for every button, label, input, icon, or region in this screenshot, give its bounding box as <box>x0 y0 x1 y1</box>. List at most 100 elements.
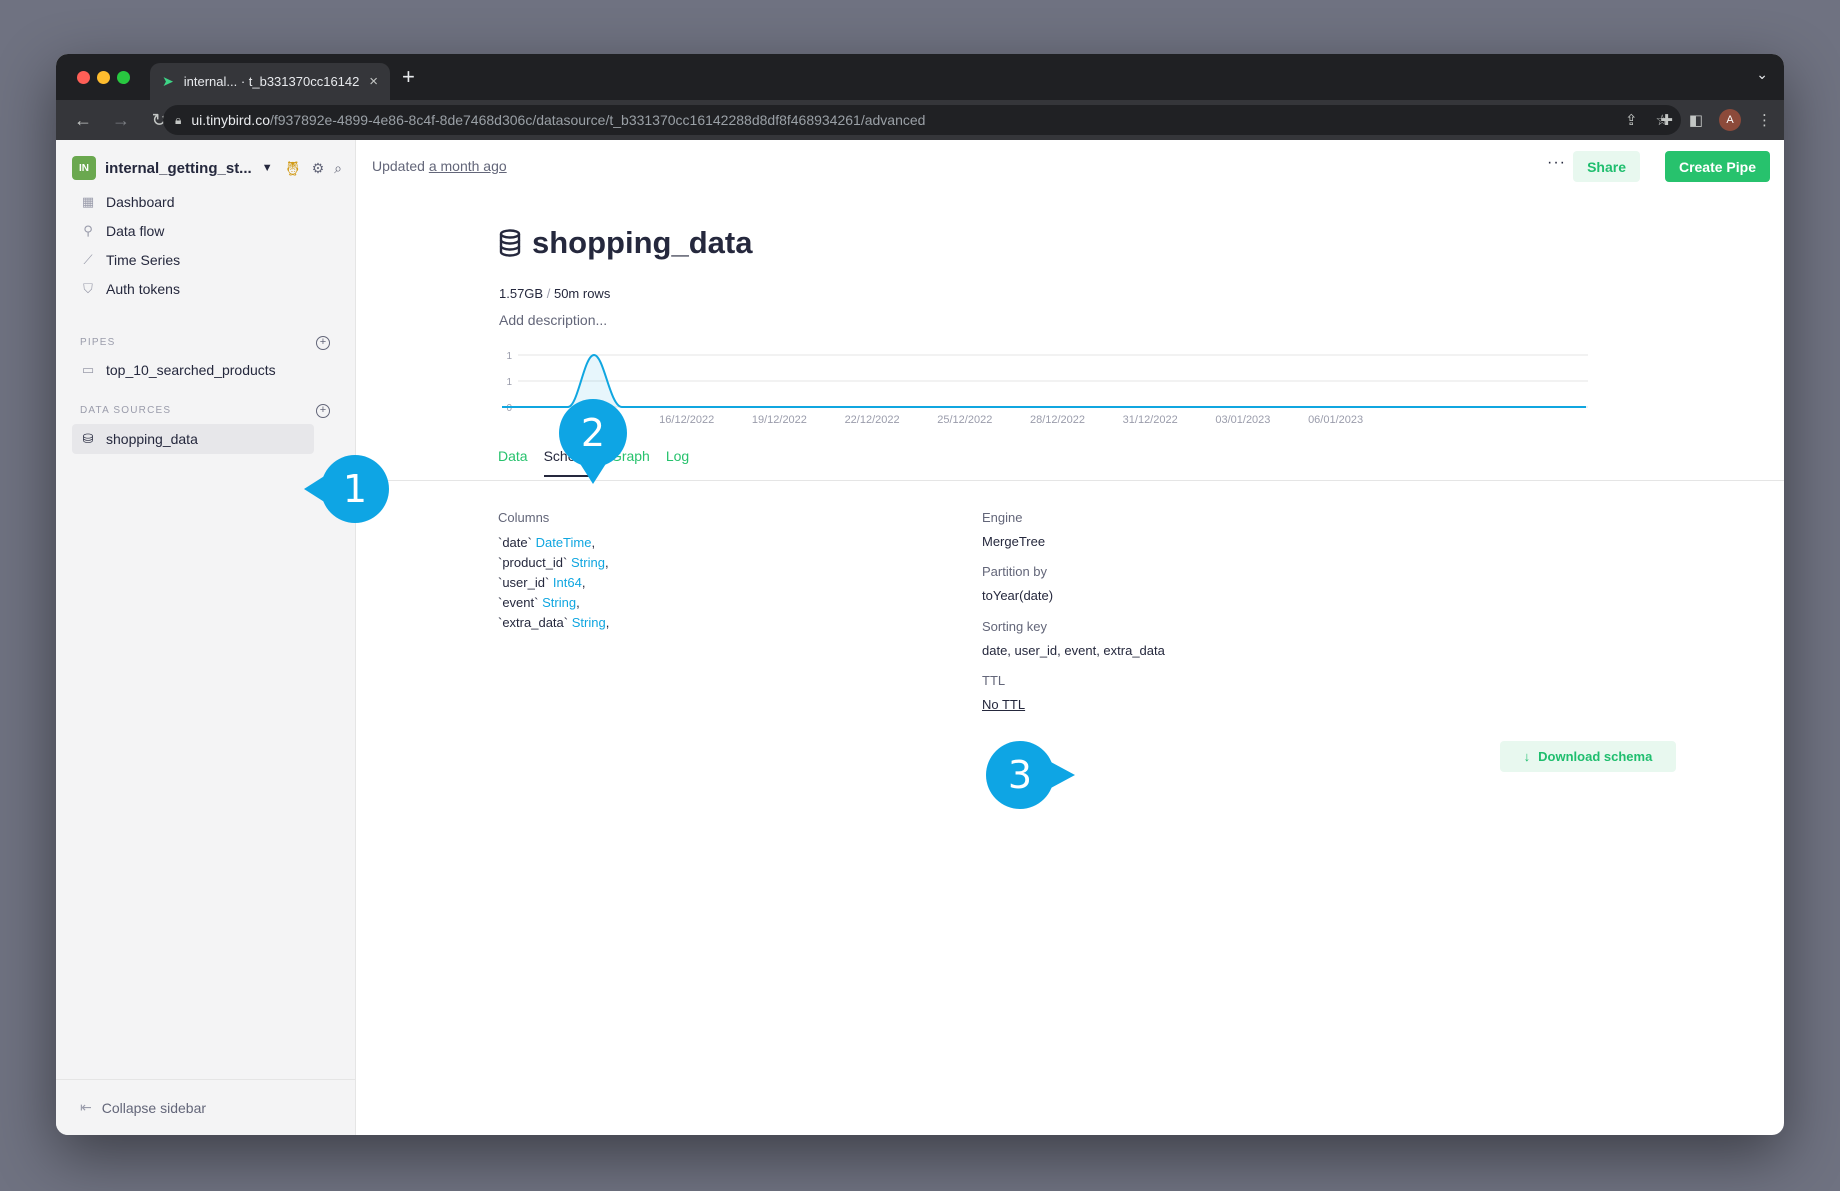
collapse-arrow-icon: ⇤ <box>80 1099 92 1115</box>
sidebar-item-label: shopping_data <box>106 431 198 447</box>
sidebar-item-data-flow[interactable]: ⚲ Data flow <box>72 216 340 246</box>
column-row: `user_id` Int64, <box>498 575 586 590</box>
tab-log[interactable]: Log <box>666 448 689 477</box>
chart-icon: ⟋ <box>83 252 93 267</box>
stats-separator: / <box>546 286 551 301</box>
url-host: ui.tinybird.co <box>191 112 270 128</box>
updated-link[interactable]: a month ago <box>429 158 507 174</box>
more-options-button[interactable]: ··· <box>1547 154 1566 172</box>
x-tick-label: 28/12/2022 <box>1030 414 1085 426</box>
columns-list: `date` DateTime, `product_id` String, `u… <box>498 533 609 633</box>
y-tick-label: 0 <box>506 403 512 414</box>
updated-text: Updated a month ago <box>372 158 507 174</box>
ttl-label: TTL <box>982 673 1006 688</box>
callout-1: 1 <box>304 454 390 524</box>
collapse-sidebar-button[interactable]: ⇤ Collapse sidebar <box>56 1079 355 1135</box>
sidebar: IN internal_getting_st... ▼ 🦉︎ ⚙ ⌕ ▦ Das… <box>56 140 356 1135</box>
column-type: Int64 <box>552 575 582 590</box>
sidebar-item-pipe[interactable]: ▭ top_10_searched_products <box>72 355 340 385</box>
column-type: DateTime <box>535 535 592 550</box>
flow-icon: ⚲ <box>83 223 93 238</box>
maximize-window-button[interactable] <box>117 71 130 84</box>
tab-close-icon[interactable]: × <box>369 73 378 90</box>
lock-icon: 🔒︎ <box>175 112 182 127</box>
minimize-window-button[interactable] <box>97 71 110 84</box>
tab-data[interactable]: Data <box>498 448 528 477</box>
tinybird-favicon-icon: ➤ <box>162 73 174 89</box>
x-tick-label: 03/01/2023 <box>1215 414 1270 426</box>
column-row: `product_id` String, <box>498 555 609 570</box>
extensions-puzzle-icon[interactable]: ✚ <box>1660 111 1673 129</box>
partition-label: Partition by <box>982 564 1048 579</box>
ttl-link[interactable]: No TTL <box>982 697 1025 712</box>
x-tick-label: 25/12/2022 <box>937 414 992 426</box>
datasources-section-label: DATA SOURCES <box>80 405 172 416</box>
datasource-size: 1.57GB <box>499 286 544 301</box>
sidebar-item-label: Time Series <box>106 252 181 268</box>
side-panel-icon[interactable]: ◧ <box>1689 111 1703 129</box>
share-button[interactable]: Share <box>1573 151 1640 182</box>
tinybird-app: IN internal_getting_st... ▼ 🦉︎ ⚙ ⌕ ▦ Das… <box>56 140 1784 1135</box>
pipes-section-label: PIPES <box>80 337 116 348</box>
download-arrow-icon: ↓ <box>1523 749 1531 764</box>
back-arrow-icon[interactable]: ← <box>72 110 94 131</box>
close-window-button[interactable] <box>77 71 90 84</box>
browser-window: ➤ internal... · t_b331370cc16142 × + ⌄ ←… <box>56 54 1784 1135</box>
sidebar-item-datasource[interactable]: ⛁ shopping_data <box>72 424 314 454</box>
browser-tab[interactable]: ➤ internal... · t_b331370cc16142 × <box>150 63 390 100</box>
search-icon[interactable]: ⌕ <box>334 160 342 177</box>
column-row: `event` String, <box>498 595 580 610</box>
column-name: `event` <box>498 595 539 610</box>
column-row: `extra_data` String, <box>498 615 610 630</box>
datasource-stats: 1.57GB / 50m rows <box>499 286 610 301</box>
y-tick-label: 1 <box>506 377 512 388</box>
x-tick-label: 19/12/2022 <box>752 414 807 426</box>
columns-label: Columns <box>498 510 550 525</box>
callout-3: 3 <box>985 740 1075 810</box>
sidebar-item-label: Dashboard <box>106 194 175 210</box>
x-tick-label: 16/12/2022 <box>659 414 714 426</box>
browser-toolbar: ← → ↻ 🔒︎ ui.tinybird.co/f937892e-4899-4e… <box>56 100 1784 140</box>
sidebar-item-dashboard[interactable]: ▦ Dashboard <box>72 187 340 217</box>
add-pipe-plus-icon[interactable]: + <box>316 336 330 350</box>
tab-search-chevron-icon[interactable]: ⌄ <box>1756 66 1768 83</box>
profile-avatar[interactable]: A <box>1719 109 1741 131</box>
new-tab-button[interactable]: + <box>402 64 415 90</box>
x-tick-label: 06/01/2023 <box>1308 414 1363 426</box>
column-type: String <box>571 555 605 570</box>
sidebar-item-time-series[interactable]: ⟋ Time Series <box>72 245 340 275</box>
column-name: `product_id` <box>498 555 568 570</box>
grid-icon: ▦ <box>81 194 95 209</box>
chevron-down-icon[interactable]: ▼ <box>262 162 273 174</box>
url-path: /f937892e-4899-4e86-8c4f-8de7468d306c/da… <box>269 112 926 128</box>
sidebar-item-auth-tokens[interactable]: ⛉ Auth tokens <box>72 274 340 304</box>
forward-arrow-icon[interactable]: → <box>110 110 132 131</box>
gear-icon[interactable]: ⚙ <box>312 160 325 177</box>
workspace-switcher[interactable]: IN internal_getting_st... ▼ 🦉︎ ⚙ ⌕ <box>72 155 342 181</box>
pipe-icon: ▭ <box>81 362 95 377</box>
column-row: `date` DateTime, <box>498 535 596 550</box>
callout-number: 3 <box>1007 753 1033 797</box>
datasource-rows: 50m rows <box>553 286 611 301</box>
x-tick-label: 31/12/2022 <box>1123 414 1178 426</box>
y-tick-label: 1 <box>506 351 512 362</box>
download-schema-button[interactable]: ↓ Download schema <box>1500 741 1676 772</box>
workspace-badge: IN <box>72 156 96 180</box>
column-name: `date` <box>498 535 532 550</box>
browser-menu-icon[interactable]: ⋮ <box>1757 111 1772 129</box>
x-tick-label: 22/12/2022 <box>845 414 900 426</box>
tab-title: internal... · t_b331370cc16142 <box>183 74 360 89</box>
callout-number: 2 <box>580 411 606 455</box>
add-datasource-plus-icon[interactable]: + <box>316 404 330 418</box>
shield-icon: ⛉ <box>83 281 93 296</box>
address-bar[interactable]: 🔒︎ ui.tinybird.co/f937892e-4899-4e86-8c4… <box>163 105 1681 135</box>
database-icon: ⛁ <box>82 431 94 446</box>
owl-icon[interactable]: 🦉︎ <box>284 160 302 177</box>
tabs-divider <box>356 480 1784 481</box>
datasource-name: shopping_data <box>532 225 753 260</box>
workspace-name: internal_getting_st... <box>105 159 252 177</box>
create-pipe-button[interactable]: Create Pipe <box>1664 151 1770 182</box>
share-page-icon[interactable]: ⇪ <box>1625 111 1638 129</box>
sidebar-item-label: Data flow <box>106 223 165 239</box>
description-field[interactable]: Add description... <box>499 312 607 328</box>
